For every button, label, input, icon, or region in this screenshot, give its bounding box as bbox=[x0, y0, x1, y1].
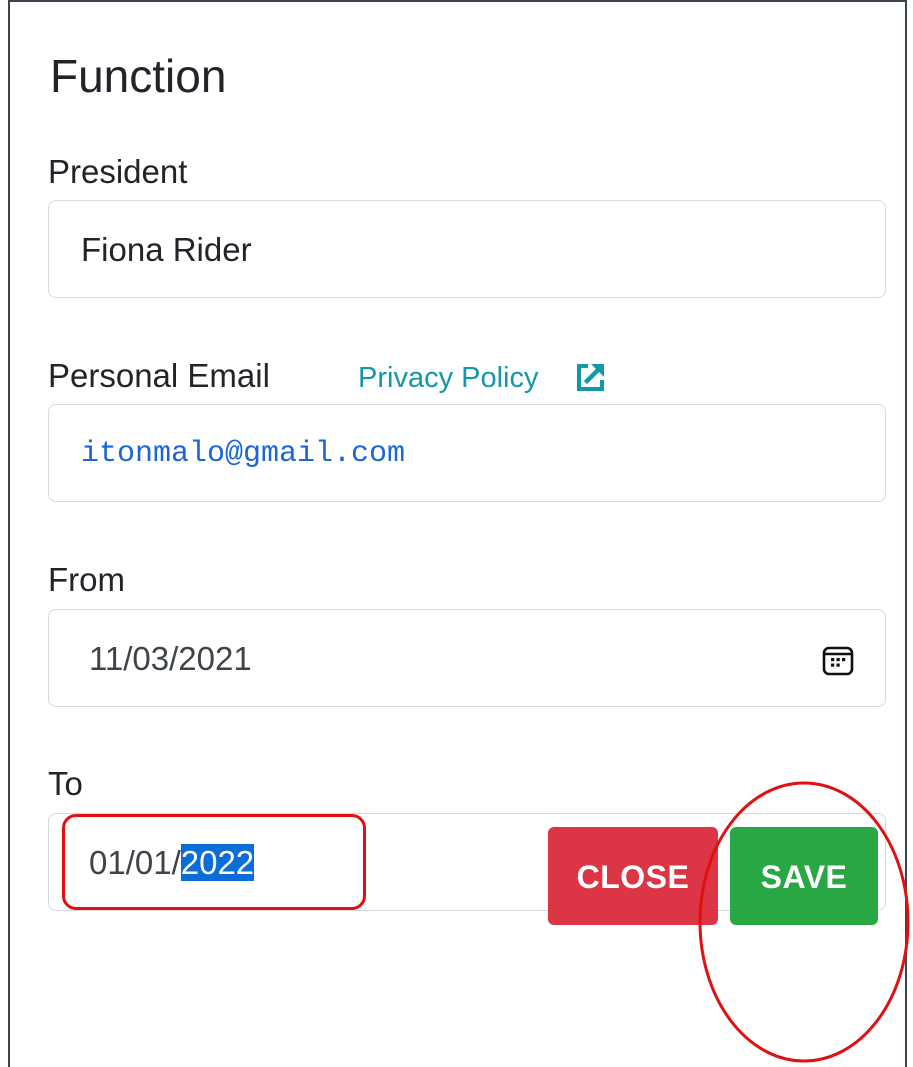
to-date-selected-year: 2022 bbox=[180, 844, 255, 881]
close-button[interactable]: CLOSE bbox=[548, 827, 718, 925]
calendar-icon[interactable] bbox=[821, 643, 855, 677]
from-date-field[interactable]: 11/03/2021 bbox=[48, 609, 886, 707]
to-label: To bbox=[48, 765, 83, 802]
save-button[interactable]: SAVE bbox=[730, 827, 878, 925]
personal-email-value: itonmalo@gmail.com bbox=[81, 437, 406, 471]
president-field[interactable]: Fiona Rider bbox=[48, 200, 886, 298]
from-date-value: 11/03/2021 bbox=[89, 640, 252, 677]
privacy-policy-link[interactable]: Privacy Policy bbox=[358, 356, 539, 400]
president-value: Fiona Rider bbox=[81, 231, 252, 268]
to-date-value: 01/01/2022 bbox=[89, 814, 255, 912]
to-date-prefix: 01/01/ bbox=[89, 844, 181, 881]
president-label: President bbox=[48, 153, 188, 190]
dialog-title: Function bbox=[50, 50, 227, 102]
from-label: From bbox=[48, 561, 125, 598]
personal-email-label: Personal Email bbox=[48, 357, 270, 394]
external-link-icon[interactable] bbox=[573, 359, 609, 395]
personal-email-field[interactable]: itonmalo@gmail.com bbox=[48, 404, 886, 502]
